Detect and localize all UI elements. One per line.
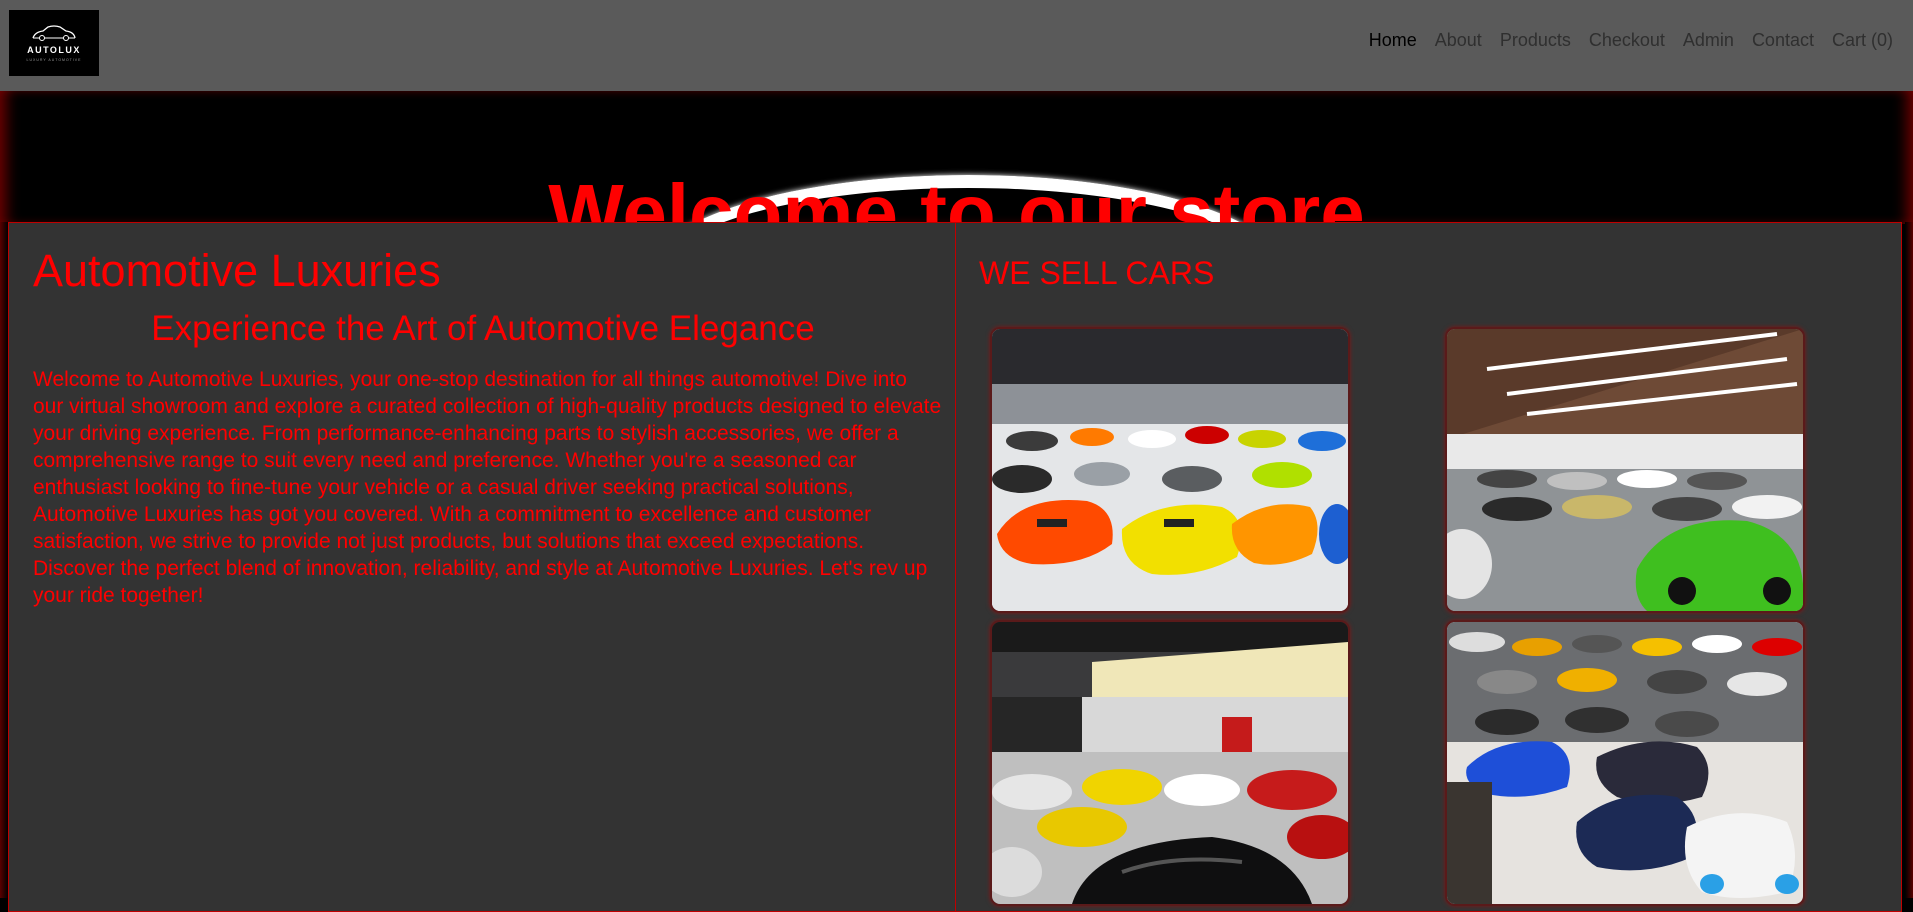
panel-heading: Automotive Luxuries [33,245,441,296]
showroom-photo-supercars[interactable] [990,327,1350,613]
intro-paragraph: Welcome to Automotive Luxuries, your one… [33,368,942,607]
nav-cart-link[interactable]: Cart (0) [1832,30,1893,51]
showroom-photo-dealership[interactable] [990,620,1350,906]
about-panel: Automotive Luxuries Experience the Art o… [8,222,956,912]
logo-tagline: LUXURY AUTOMOTIVE [26,58,82,62]
nav-menu: Home About Products Checkout Admin Conta… [1369,30,1893,51]
car-logo-icon [32,25,76,41]
nav-checkout-link[interactable]: Checkout [1589,30,1665,51]
nav-contact-link[interactable]: Contact [1752,30,1814,51]
warehouse-image [1447,329,1803,611]
left-edge-glow [0,222,8,898]
nav-products-link[interactable]: Products [1500,30,1571,51]
showroom-photo-warehouse[interactable] [1445,327,1805,613]
nav-home-link[interactable]: Home [1369,30,1417,51]
right-edge-glow [1905,222,1913,898]
navbar: AUTOLUX LUXURY AUTOMOTIVE Home About Pro… [0,0,1913,91]
hypercars-image [1447,622,1803,904]
gallery-panel: WE SELL CARS [955,222,1902,912]
nav-admin-link[interactable]: Admin [1683,30,1734,51]
dealership-image [992,622,1348,904]
logo-wordmark: AUTOLUX [27,45,81,55]
panel-subheading: Experience the Art of Automotive Eleganc… [151,309,815,348]
hero-title: Welcome to our store [548,167,1365,224]
autolux-logo[interactable]: AUTOLUX LUXURY AUTOMOTIVE [9,10,99,76]
supercars-image [992,329,1348,611]
showroom-photo-hypercars[interactable] [1445,620,1805,906]
hero-banner: Welcome to our store [0,91,1913,224]
gallery-heading: WE SELL CARS [979,255,1215,291]
nav-about-link[interactable]: About [1435,30,1482,51]
